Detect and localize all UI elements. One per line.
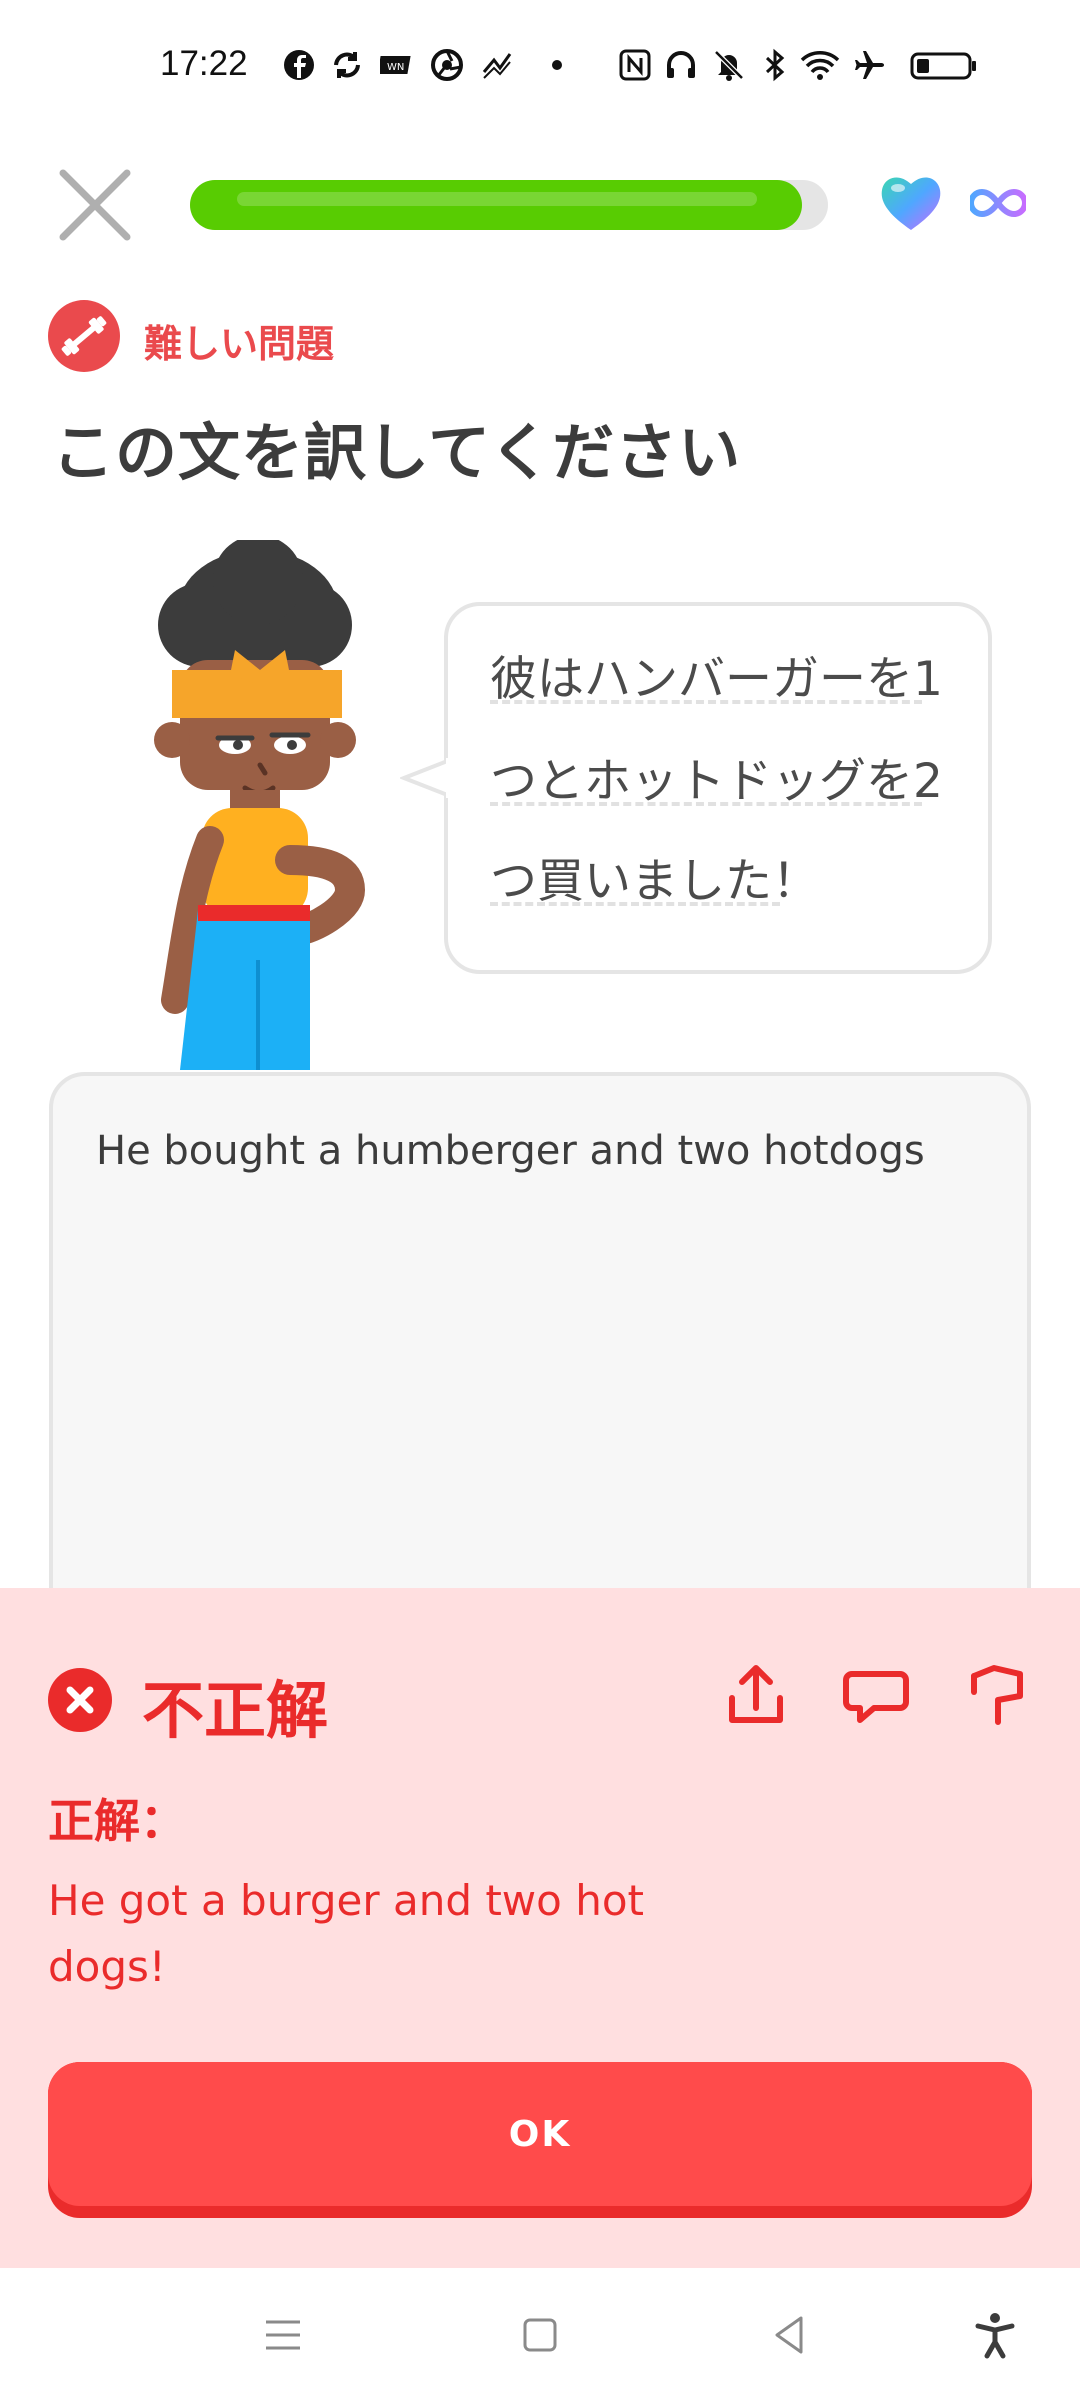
- bluetooth-icon: [765, 48, 785, 82]
- word-underline: [490, 802, 922, 806]
- heart-icon[interactable]: [878, 172, 944, 234]
- hard-challenge-label: 難しい問題: [144, 322, 335, 366]
- signal-app-icon: [482, 53, 512, 79]
- character-illustration: [154, 540, 366, 1070]
- svg-text:WN: WN: [387, 62, 404, 73]
- correct-answer-label: 正解：: [48, 1794, 186, 1848]
- mute-icon: [714, 50, 744, 81]
- dot-icon: [552, 60, 562, 70]
- word-underline: [490, 700, 922, 704]
- ok-button-label: OK: [508, 2113, 572, 2155]
- sentence-line-1[interactable]: 彼はハンバーガーを1: [490, 640, 943, 709]
- status-time: 17:22: [160, 44, 248, 83]
- nfc-icon: [619, 49, 651, 81]
- infinity-icon: [970, 188, 1026, 218]
- sentence-line-2[interactable]: つとホットドッグを2: [490, 742, 943, 811]
- browser-icon: [431, 49, 463, 81]
- correct-answer-text: He got a burger and two hot dogs!: [48, 1876, 644, 1991]
- close-button[interactable]: [55, 165, 135, 245]
- facebook-icon: [284, 50, 314, 80]
- wifi-icon: [800, 51, 840, 80]
- comment-icon[interactable]: [840, 1660, 912, 1732]
- headphones-icon: [667, 51, 695, 78]
- report-flag-icon[interactable]: [960, 1660, 1032, 1732]
- news-icon: WN: [380, 56, 411, 74]
- sync-icon: [334, 52, 360, 78]
- prompt-title: この文を訳してください: [52, 416, 742, 489]
- accessibility-icon[interactable]: [970, 2310, 1020, 2360]
- home-icon[interactable]: [515, 2310, 565, 2360]
- speech-bubble-tail: [400, 758, 452, 798]
- sentence-line-3[interactable]: つ買いました！: [490, 842, 819, 911]
- dumbbell-icon: [48, 300, 120, 372]
- incorrect-icon: [48, 1668, 112, 1732]
- menu-icon[interactable]: [258, 2310, 308, 2360]
- answer-input-text[interactable]: He bought a humberger and two hotdogs: [96, 1128, 925, 1174]
- feedback-status: 不正解: [142, 1674, 329, 1747]
- battery-icon: [910, 52, 976, 80]
- back-icon[interactable]: [765, 2310, 815, 2360]
- word-underline: [490, 902, 780, 906]
- airplane-icon: [855, 51, 884, 79]
- ok-button[interactable]: OK: [48, 2062, 1032, 2206]
- progress-highlight: [237, 192, 757, 206]
- share-icon[interactable]: [720, 1660, 792, 1732]
